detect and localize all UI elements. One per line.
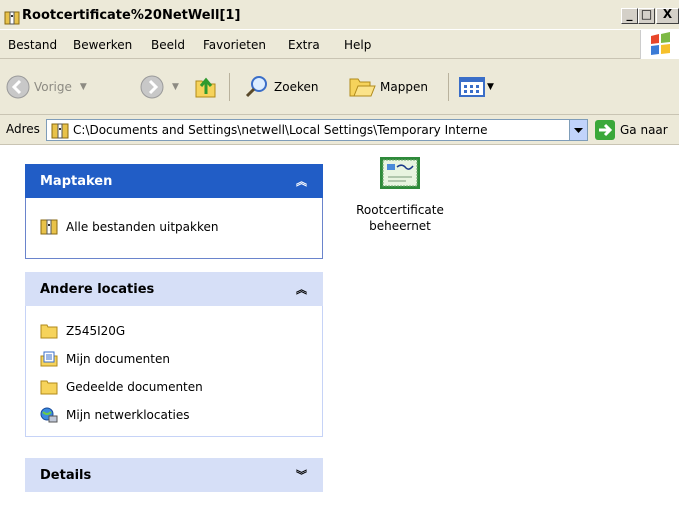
places-panel-title: Andere locaties	[40, 282, 155, 297]
content-area: Maptaken ︽ Alle bestanden uitpakken Ande…	[0, 145, 679, 529]
folders-label: Mappen	[380, 80, 428, 94]
tasks-panel-header[interactable]: Maptaken ︽	[25, 164, 323, 198]
menu-bar: Bestand Bewerken Beeld Favorieten Extra …	[0, 29, 679, 59]
details-panel-header[interactable]: Details ︾	[25, 458, 323, 492]
place-label: Mijn netwerklocaties	[66, 408, 190, 422]
minimize-button[interactable]: _	[621, 7, 638, 24]
my-documents-icon	[40, 351, 58, 367]
menu-favorieten[interactable]: Favorieten	[203, 38, 266, 52]
go-button[interactable]: Ga naar	[595, 120, 668, 140]
menu-bewerken[interactable]: Bewerken	[73, 38, 132, 52]
up-folder-button[interactable]	[193, 75, 219, 99]
place-label: Gedeelde documenten	[66, 380, 203, 394]
back-arrow-icon	[6, 75, 30, 99]
go-label: Ga naar	[620, 123, 668, 137]
views-button[interactable]: ▼	[459, 75, 494, 99]
collapse-chevron-icon[interactable]: ︽	[296, 173, 307, 189]
minimize-glyph: _	[626, 7, 633, 21]
extract-all-label: Alle bestanden uitpakken	[66, 220, 219, 234]
places-panel-body: Z545I20G Mijn documenten Gedeelde docume…	[25, 306, 323, 437]
search-label: Zoeken	[274, 80, 319, 94]
menu-bestand[interactable]: Bestand	[8, 38, 57, 52]
address-path: C:\Documents and Settings\netwell\Local …	[73, 123, 488, 137]
network-places-icon	[40, 407, 58, 423]
close-button[interactable]: X	[656, 7, 679, 24]
file-label-line1: Rootcertificate	[356, 203, 444, 217]
address-bar: Adres C:\Documents and Settings\netwell\…	[0, 115, 679, 145]
toolbar-separator	[448, 73, 449, 101]
up-folder-icon	[195, 77, 216, 98]
forward-button[interactable]: ▼	[140, 75, 179, 99]
details-panel: Details ︾	[25, 458, 323, 492]
address-label: Adres	[6, 122, 40, 136]
places-panel: Andere locaties ︽ Z545I20G Mijn document…	[25, 272, 323, 437]
forward-dropdown-icon[interactable]: ▼	[172, 82, 179, 92]
extract-all-link[interactable]: Alle bestanden uitpakken	[40, 218, 218, 236]
collapse-chevron-icon[interactable]: ︽	[296, 281, 307, 297]
zip-folder-icon	[51, 123, 69, 139]
expand-chevron-icon[interactable]: ︾	[296, 467, 307, 483]
views-icon	[459, 77, 485, 97]
menu-help[interactable]: Help	[344, 38, 371, 52]
forward-arrow-icon	[140, 75, 164, 99]
toolbar-separator	[229, 73, 230, 101]
title-bar: Rootcertificate%20NetWell[1] _ □ X	[0, 0, 679, 29]
folder-icon	[40, 324, 58, 339]
menu-extra[interactable]: Extra	[288, 38, 320, 52]
go-arrow-icon	[595, 120, 615, 140]
file-item-certificate[interactable]: Rootcertificate beheernet	[350, 155, 450, 234]
tasks-panel-title: Maptaken	[40, 174, 113, 189]
folders-icon	[349, 78, 376, 97]
views-dropdown-icon[interactable]: ▼	[487, 82, 494, 92]
place-my-documents[interactable]: Mijn documenten	[40, 350, 170, 368]
windows-logo	[640, 30, 679, 59]
details-panel-title: Details	[40, 468, 92, 483]
folders-button[interactable]: Mappen	[348, 75, 428, 99]
place-z545i20g[interactable]: Z545I20G	[40, 322, 125, 340]
tasks-panel: Maptaken ︽ Alle bestanden uitpakken	[25, 164, 323, 259]
place-label: Mijn documenten	[66, 352, 170, 366]
menu-beeld[interactable]: Beeld	[151, 38, 185, 52]
certificate-icon	[380, 157, 420, 189]
chevron-down-icon	[574, 128, 583, 133]
maximize-glyph: □	[640, 7, 653, 21]
back-button[interactable]: Vorige ▼	[6, 75, 87, 99]
toolbar: Vorige ▼ ▼ Zoeken Mappen ▼	[0, 59, 679, 115]
place-shared-documents[interactable]: Gedeelde documenten	[40, 378, 203, 396]
search-icon	[245, 76, 267, 98]
places-panel-header[interactable]: Andere locaties ︽	[25, 272, 323, 306]
tasks-panel-body: Alle bestanden uitpakken	[25, 198, 323, 259]
back-dropdown-icon[interactable]: ▼	[80, 82, 87, 92]
address-dropdown-button[interactable]	[569, 120, 587, 140]
address-input[interactable]: C:\Documents and Settings\netwell\Local …	[46, 119, 588, 141]
zip-folder-icon	[4, 11, 20, 25]
file-label-line2: beheernet	[369, 219, 431, 233]
close-glyph: X	[662, 7, 673, 21]
windows-flag-icon	[651, 32, 670, 55]
place-network[interactable]: Mijn netwerklocaties	[40, 406, 190, 424]
search-button[interactable]: Zoeken	[244, 75, 318, 99]
zip-folder-icon	[40, 219, 58, 235]
window-title: Rootcertificate%20NetWell[1]	[22, 8, 241, 23]
maximize-button[interactable]: □	[638, 7, 655, 24]
back-label: Vorige	[34, 80, 72, 94]
folder-icon	[40, 380, 58, 395]
place-label: Z545I20G	[66, 324, 126, 338]
